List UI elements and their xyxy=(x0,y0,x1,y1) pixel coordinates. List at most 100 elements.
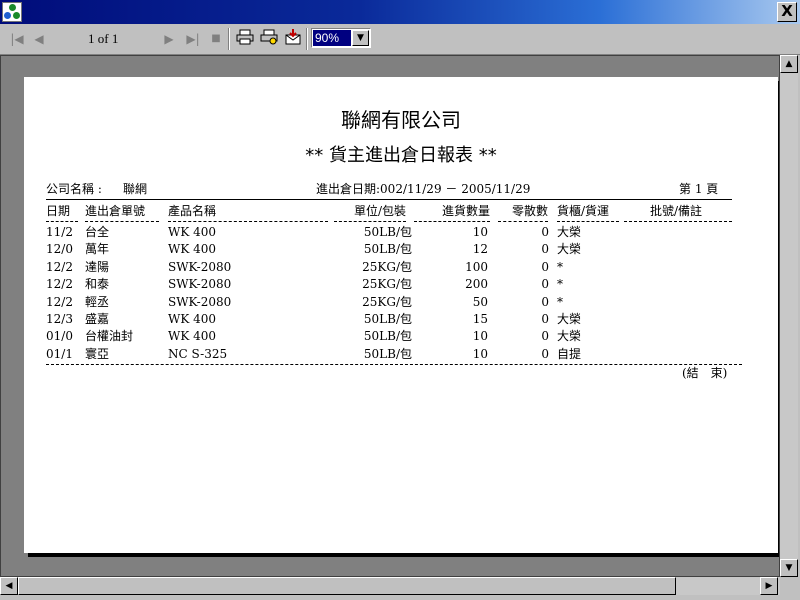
table-row: 12/2 輕丞 SWK-2080 25KG/包 50 0 * xyxy=(24,294,778,311)
chevron-down-icon[interactable]: ▼ xyxy=(352,30,369,46)
header-underline xyxy=(46,221,78,222)
row-order-no: 台權油封 xyxy=(85,329,134,344)
row-loose: 0 xyxy=(541,225,549,239)
row-product: NC S-325 xyxy=(168,346,228,361)
table-row: 12/2 達陽 SWK-2080 25KG/包 100 0 * xyxy=(24,259,778,276)
row-date: 12/2 xyxy=(46,259,73,274)
header-underline xyxy=(414,221,490,222)
scroll-up-icon[interactable]: ▲ xyxy=(780,55,798,73)
row-quantity: 10 xyxy=(472,329,488,344)
report-title: ** 貨主進出倉日報表 ** xyxy=(305,145,497,166)
report-page: 聯網有限公司 ** 貨主進出倉日報表 ** 公司名稱 : 聯網 進出倉日期:00… xyxy=(24,77,778,553)
title-bar: X xyxy=(0,0,800,24)
row-unit: 50LB/包 xyxy=(363,329,412,344)
row-unit: 25KG/包 xyxy=(362,277,412,292)
first-page-icon[interactable]: |◀ xyxy=(8,30,26,48)
row-order-no: 盛嘉 xyxy=(85,312,110,326)
company-title: 聯網有限公司 xyxy=(341,108,461,132)
header-underline xyxy=(624,221,732,222)
header-underline xyxy=(557,221,619,222)
header-underline xyxy=(498,221,548,222)
previous-page-icon[interactable]: ◀ xyxy=(30,30,48,48)
row-date: 01/0 xyxy=(46,329,73,344)
next-page-icon[interactable]: ▶ xyxy=(160,30,178,48)
close-button[interactable]: X xyxy=(777,2,797,22)
row-date: 12/0 xyxy=(46,242,73,257)
row-unit: 25KG/包 xyxy=(362,259,412,274)
row-product: SWK-2080 xyxy=(168,259,232,274)
print-setup-icon[interactable] xyxy=(258,29,280,49)
table-row: 12/0 萬年 WK 400 50LB/包 12 0 大榮 xyxy=(24,241,778,258)
header-rule xyxy=(46,199,732,200)
row-carrier: 大榮 xyxy=(557,225,582,239)
zoom-value: 90% xyxy=(313,30,351,46)
export-icon[interactable] xyxy=(282,29,304,49)
row-product: WK 400 xyxy=(168,329,217,344)
row-order-no: 萬年 xyxy=(85,242,110,257)
last-page-icon[interactable]: ▶| xyxy=(184,30,202,48)
row-product: WK 400 xyxy=(168,312,217,326)
row-product: WK 400 xyxy=(168,225,217,239)
report-table-body: 11/2 台全 WK 400 50LB/包 10 0 大榮 12/0 萬年 WK… xyxy=(24,224,778,364)
row-order-no: 輕丞 xyxy=(85,294,110,309)
column-header-loose: 零散數 xyxy=(511,204,548,218)
row-loose: 0 xyxy=(541,329,549,344)
company-value: 聯網 xyxy=(123,182,148,196)
row-order-no: 寰亞 xyxy=(85,346,110,361)
row-product: WK 400 xyxy=(168,242,217,257)
row-carrier: 自提 xyxy=(557,346,582,361)
row-product: SWK-2080 xyxy=(168,277,232,292)
row-date: 01/1 xyxy=(46,346,73,361)
row-quantity: 15 xyxy=(472,312,488,326)
toolbar-separator xyxy=(228,28,230,50)
date-range: 進出倉日期:002/11/29 － 2005/11/29 xyxy=(316,182,531,196)
row-quantity: 10 xyxy=(472,225,488,239)
app-icon xyxy=(2,2,22,22)
scroll-left-icon[interactable]: ◀ xyxy=(0,577,18,595)
row-quantity: 50 xyxy=(472,294,488,309)
row-carrier: 大榮 xyxy=(557,242,582,257)
footer-rule xyxy=(46,364,742,365)
page-indicator: 1 of 1 xyxy=(88,31,119,46)
zoom-select[interactable]: 90% ▼ xyxy=(311,28,371,48)
row-order-no: 達陽 xyxy=(85,259,110,274)
scroll-right-icon[interactable]: ▶ xyxy=(760,577,778,595)
row-carrier: * xyxy=(557,294,563,309)
row-order-no: 台全 xyxy=(85,225,110,239)
scroll-down-icon[interactable]: ▼ xyxy=(780,559,798,577)
row-loose: 0 xyxy=(541,346,549,361)
row-unit: 50LB/包 xyxy=(363,225,412,239)
row-date: 11/2 xyxy=(46,225,73,239)
header-underline xyxy=(85,221,159,222)
row-loose: 0 xyxy=(541,294,549,309)
column-header-quantity: 進貨數量 xyxy=(441,204,490,218)
table-row: 01/1 寰亞 NC S-325 50LB/包 10 0 自提 xyxy=(24,346,778,363)
row-unit: 25KG/包 xyxy=(362,294,412,309)
row-quantity: 200 xyxy=(465,277,488,292)
table-row: 12/3 盛嘉 WK 400 50LB/包 15 0 大榮 xyxy=(24,311,778,328)
row-order-no: 和泰 xyxy=(85,277,110,292)
header-underline xyxy=(168,221,328,222)
horizontal-scrollbar[interactable]: ◀ ▶ xyxy=(0,577,780,595)
print-icon[interactable] xyxy=(234,29,256,49)
company-label: 公司名稱 : xyxy=(46,182,102,196)
toolbar: |◀ ◀ 1 of 1 ▶ ▶| ■ 90% ▼ xyxy=(0,24,800,55)
column-header-batch: 批號/備註 xyxy=(650,204,703,218)
stop-icon[interactable]: ■ xyxy=(207,30,225,48)
table-row: 12/2 和泰 SWK-2080 25KG/包 200 0 * xyxy=(24,276,778,293)
column-header-order-no: 進出倉單號 xyxy=(85,204,146,218)
horizontal-scroll-thumb[interactable] xyxy=(18,577,676,595)
row-date: 12/2 xyxy=(46,277,73,292)
row-quantity: 10 xyxy=(472,346,488,361)
table-row: 11/2 台全 WK 400 50LB/包 10 0 大榮 xyxy=(24,224,778,241)
row-quantity: 100 xyxy=(465,259,488,274)
row-unit: 50LB/包 xyxy=(363,312,412,326)
vertical-scrollbar[interactable]: ▲ ▼ xyxy=(780,55,798,577)
row-carrier: * xyxy=(557,277,563,292)
row-carrier: 大榮 xyxy=(557,329,582,344)
header-underline xyxy=(334,221,406,222)
row-unit: 50LB/包 xyxy=(363,242,412,257)
column-header-product: 產品名稱 xyxy=(168,204,217,218)
row-carrier: 大榮 xyxy=(557,312,582,326)
table-row: 01/0 台權油封 WK 400 50LB/包 10 0 大榮 xyxy=(24,328,778,345)
